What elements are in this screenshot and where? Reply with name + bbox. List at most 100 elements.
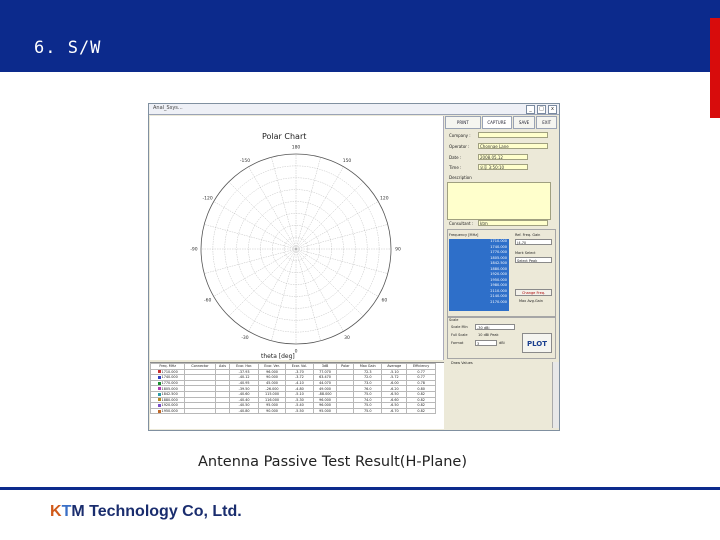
maximize-button[interactable]: □ <box>537 105 546 114</box>
software-screenshot: Anal_Ssys... _ □ x Polar Chart 180 150 120… <box>148 103 560 431</box>
close-button[interactable]: x <box>548 105 557 114</box>
options-group-label: Scale <box>449 318 459 322</box>
table-cell: -40.80 <box>229 407 259 415</box>
table-cell: 1950.000 <box>149 407 186 415</box>
control-panel: PRINT CAPTURE SAVE EXIT Company : Operat… <box>445 116 558 428</box>
company-field[interactable] <box>478 132 548 138</box>
time-field[interactable]: 오후 3:50:10 <box>478 164 528 170</box>
chart-xlabel: theta [deg] <box>261 353 295 360</box>
polar-angle-label: 0 <box>295 349 298 355</box>
exit-button[interactable]: EXIT <box>536 116 558 129</box>
polar-grid-spoke <box>204 248 297 274</box>
polar-grid-spoke <box>295 201 379 250</box>
series-color-swatch <box>157 409 161 413</box>
draw-values-checkbox[interactable]: Draw Values <box>451 361 473 365</box>
date-field[interactable]: 2008.05.12 <box>478 154 528 160</box>
polar-grid-spoke <box>271 248 297 341</box>
save-button[interactable]: SAVE <box>512 116 536 129</box>
table-cell: 0.82 <box>406 407 436 415</box>
format-unit: dBi <box>499 341 505 345</box>
consultant-field[interactable]: ktm <box>478 220 548 226</box>
polar-grid-spoke <box>228 181 297 250</box>
polar-chart: 180 150 120 90 60 30 0 -30 -60 -90 -120 -150 <box>190 145 401 355</box>
window-titlebar: Anal_Ssys... _ □ x <box>149 104 559 115</box>
scale-min-select[interactable]: -30 dBi <box>475 324 515 330</box>
series-color-swatch <box>157 392 161 396</box>
polar-angle-label: -90 <box>190 247 197 253</box>
series-color-swatch <box>157 370 161 374</box>
company-name: KTM Technology Co, Ltd. <box>50 503 242 521</box>
mark-select[interactable]: Select Peak <box>515 257 552 263</box>
polar-grid-spoke <box>295 248 388 274</box>
window-title: Anal_Ssys... <box>153 105 183 111</box>
frequency-value: 1740.000 <box>161 375 178 380</box>
polar-angle-label: -60 <box>204 298 211 304</box>
change-freq-button[interactable]: Change Freq. <box>515 289 552 296</box>
table-cell: 90.000 <box>257 407 287 415</box>
frequency-value: 1770.000 <box>161 381 178 386</box>
slide-header: 6. S/W <box>0 0 720 72</box>
print-button[interactable]: PRINT <box>445 116 481 129</box>
max-avg-gain-label: Max Avg.Gain <box>519 299 543 303</box>
table-cell: 95.000 <box>312 407 338 415</box>
consultant-label: Consultant : <box>449 221 474 226</box>
accent-bar <box>710 18 720 118</box>
table-cell: -5.50 <box>285 407 314 415</box>
minimize-button[interactable]: _ <box>526 105 535 114</box>
toolbar: PRINT CAPTURE SAVE EXIT <box>445 116 558 129</box>
full-scale-label: Full Scale <box>451 333 468 337</box>
operator-field[interactable]: Chonnae Lane <box>478 143 548 149</box>
description-label: Description <box>449 175 472 180</box>
table-scrollbar[interactable] <box>552 362 559 428</box>
logo-letter-t: T <box>61 503 72 520</box>
results-table: Freq. MHz Connector Axis Ecor. Hor. Ecor. Ve… <box>149 363 436 415</box>
series-color-swatch <box>157 403 161 407</box>
mark-select-label: Mark Select <box>515 251 536 255</box>
logo-letter-k: K <box>50 503 62 520</box>
polar-grid-spoke <box>295 248 364 317</box>
ref-freq-select[interactable]: (4.70 <box>515 239 552 245</box>
table-cell <box>184 407 216 415</box>
capture-button[interactable]: CAPTURE <box>481 116 512 129</box>
operator-label: Operator : <box>449 144 470 149</box>
polar-angle-label: 120 <box>380 196 389 202</box>
polar-angle-label: 150 <box>343 158 352 164</box>
time-label: Time : <box>449 165 462 170</box>
date-label: Date : <box>449 155 462 160</box>
company-label: Company : <box>449 133 471 138</box>
polar-angle-label: -30 <box>241 335 248 341</box>
polar-grid-spoke <box>295 248 379 297</box>
ref-freq-label: Ref. Freq. Gain <box>515 233 541 237</box>
polar-grid-spoke <box>295 181 364 250</box>
scale-min-label: Scale Min <box>451 325 468 329</box>
polar-grid-spoke <box>248 248 297 332</box>
full-scale-value: 10 dBi Peak <box>478 333 499 337</box>
description-textarea[interactable] <box>447 182 551 220</box>
plot-button[interactable]: PLOT <box>522 333 552 353</box>
polar-grid-spoke <box>228 248 297 317</box>
polar-grid-spoke <box>213 248 297 297</box>
table-cell: -6.70 <box>381 407 408 415</box>
table-cell <box>214 407 231 415</box>
polar-grid-spoke <box>295 248 321 341</box>
logo-letter-m: M <box>71 503 85 520</box>
company-name-text: Technology Co, Ltd. <box>84 503 242 520</box>
slide-title: 6. S/W <box>34 38 102 58</box>
format-select[interactable]: 3 <box>475 340 497 346</box>
series-color-swatch <box>157 375 161 379</box>
frequency-value: 1950.000 <box>161 409 178 414</box>
frequency-value: 1920.000 <box>161 403 178 408</box>
frequency-label: Frequency [MHz] <box>449 233 479 237</box>
slide-caption: Antenna Passive Test Result(H-Plane) <box>198 454 468 470</box>
frequency-value: 1880.000 <box>161 397 178 402</box>
frequency-list[interactable]: 1710.000 1740.000 1770.000 1805.000 1842.500… <box>449 239 509 311</box>
frequency-value: 1842.500 <box>161 392 178 397</box>
polar-angle-label: 180 <box>292 145 301 151</box>
footer-divider <box>0 487 720 490</box>
polar-angle-label: -150 <box>240 158 250 164</box>
table-cell <box>336 407 355 415</box>
polar-grid-spoke <box>295 248 344 332</box>
frequency-item[interactable]: 2170.000 <box>449 300 509 306</box>
table-row[interactable]: 1950.000 -40.80 90.000 -5.50 95.000 75.0 -6.70… <box>149 407 436 415</box>
series-color-swatch <box>157 398 161 402</box>
